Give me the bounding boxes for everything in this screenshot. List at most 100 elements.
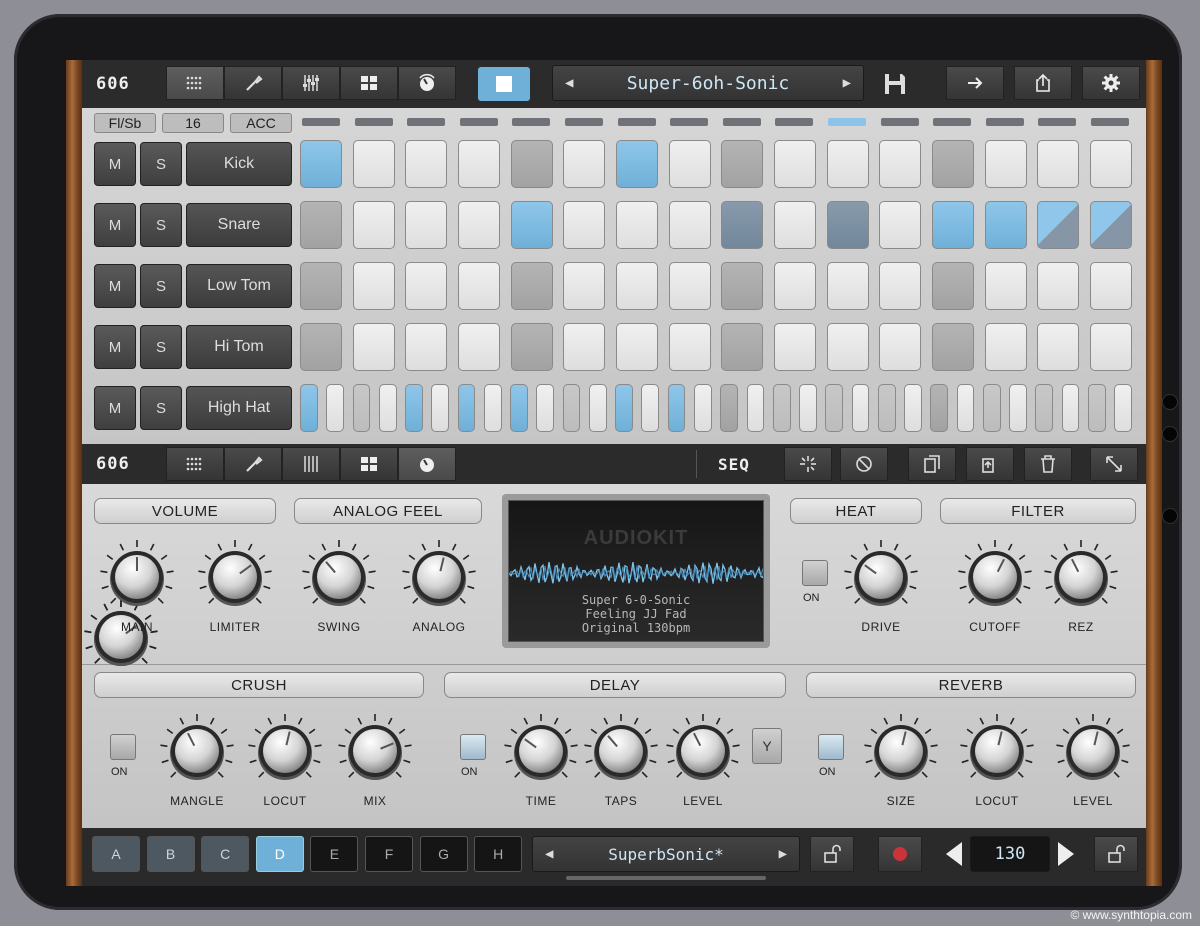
step-pad[interactable]	[615, 384, 633, 432]
step-pad[interactable]	[826, 323, 869, 371]
toggle-heat[interactable]	[802, 560, 828, 586]
mixer-button-2[interactable]	[282, 447, 340, 481]
step-pad[interactable]	[904, 384, 922, 432]
step-pad[interactable]	[300, 323, 343, 371]
step-pad[interactable]	[1089, 262, 1132, 310]
step-pad[interactable]	[405, 140, 448, 188]
step-pad[interactable]	[851, 384, 870, 432]
solo-button[interactable]: S	[140, 325, 182, 369]
step-pad[interactable]	[931, 323, 974, 371]
step-pad[interactable]	[693, 384, 712, 432]
step-pad[interactable]	[746, 384, 765, 432]
step-pad[interactable]	[352, 262, 395, 310]
step-pad[interactable]	[668, 140, 711, 188]
knob[interactable]	[1054, 712, 1132, 790]
preset-selector[interactable]: ◀ Super-6oh-Sonic ▶	[552, 65, 864, 101]
knob[interactable]	[196, 538, 274, 616]
expand-button[interactable]	[1090, 447, 1138, 481]
pattern-h-button[interactable]: H	[474, 836, 523, 872]
kit-next-arrow[interactable]: ▶	[767, 846, 799, 862]
pattern-c-button[interactable]: C	[201, 836, 250, 872]
mute-button[interactable]: M	[94, 142, 136, 186]
step-pad[interactable]	[1089, 140, 1132, 188]
step-pad[interactable]	[1009, 384, 1027, 432]
randomize-button[interactable]	[784, 447, 832, 481]
step-pad[interactable]	[721, 201, 764, 249]
step-pad[interactable]	[300, 201, 343, 249]
kit-prev-arrow[interactable]: ◀	[533, 846, 565, 862]
solo-button[interactable]: S	[140, 264, 182, 308]
step-pad[interactable]	[879, 140, 922, 188]
step-pad[interactable]	[984, 323, 1027, 371]
step-pad[interactable]	[588, 384, 607, 432]
pattern-e-button[interactable]: E	[310, 836, 359, 872]
track-name-low-tom[interactable]: Low Tom	[186, 264, 292, 308]
step-pad[interactable]	[510, 262, 553, 310]
step-pad[interactable]	[300, 262, 343, 310]
step-pad[interactable]	[352, 140, 395, 188]
fx-button[interactable]	[398, 66, 456, 100]
step-pad[interactable]	[405, 384, 423, 432]
step-pad[interactable]	[405, 201, 448, 249]
step-pad[interactable]	[984, 262, 1027, 310]
step-pad[interactable]	[721, 323, 764, 371]
step-pad[interactable]	[956, 384, 975, 432]
pads-button-2[interactable]	[340, 447, 398, 481]
mute-button[interactable]: M	[94, 203, 136, 247]
pattern-g-button[interactable]: G	[419, 836, 468, 872]
fx-button-2[interactable]	[398, 447, 456, 481]
step-pad[interactable]	[1114, 384, 1132, 432]
edit-sound-button[interactable]	[224, 66, 282, 100]
step-pad[interactable]	[563, 201, 606, 249]
step-pad[interactable]	[668, 262, 711, 310]
track-name-hi-tom[interactable]: Hi Tom	[186, 325, 292, 369]
step-pad[interactable]	[773, 140, 817, 188]
tempo-up-button[interactable]	[1056, 840, 1076, 868]
solo-button[interactable]: S	[140, 203, 182, 247]
toggle-reverb[interactable]	[818, 734, 844, 760]
step-pad[interactable]	[483, 384, 502, 432]
step-pad[interactable]	[1037, 262, 1080, 310]
solo-button[interactable]: S	[140, 386, 182, 430]
step-pad[interactable]	[1037, 201, 1080, 249]
knob[interactable]	[158, 712, 236, 790]
delay-sync-button[interactable]: Y	[752, 728, 782, 764]
toggle-delay[interactable]	[460, 734, 486, 760]
solo-button[interactable]: S	[140, 142, 182, 186]
step-pad[interactable]	[405, 262, 448, 310]
step-pad[interactable]	[457, 140, 501, 188]
step-pad[interactable]	[405, 323, 448, 371]
step-pad[interactable]	[1061, 384, 1080, 432]
save-button[interactable]	[882, 71, 908, 97]
step-pad[interactable]	[826, 201, 869, 249]
next-button[interactable]	[946, 66, 1004, 100]
step-pad[interactable]	[431, 384, 450, 432]
step-pad[interactable]	[510, 323, 553, 371]
step-pad[interactable]	[668, 323, 711, 371]
record-button[interactable]	[878, 836, 922, 872]
step-pad[interactable]	[510, 384, 528, 432]
pattern-d-button[interactable]: D	[255, 836, 304, 872]
knob[interactable]	[300, 538, 378, 616]
knob[interactable]	[336, 712, 414, 790]
flam-button[interactable]: Fl/Sb	[94, 113, 156, 133]
step-pad[interactable]	[615, 140, 659, 188]
step-pad[interactable]	[1089, 201, 1132, 249]
step-pad[interactable]	[826, 262, 869, 310]
step-pad[interactable]	[300, 140, 343, 188]
step-pad[interactable]	[457, 384, 476, 432]
pads-button[interactable]	[340, 66, 398, 100]
sequencer-view-button-2[interactable]	[166, 447, 224, 481]
step-pad[interactable]	[930, 384, 949, 432]
step-pad[interactable]	[457, 201, 501, 249]
step-pad[interactable]	[772, 384, 791, 432]
preset-prev-arrow[interactable]: ◀	[553, 75, 585, 91]
step-pad[interactable]	[799, 384, 817, 432]
step-pad[interactable]	[1035, 384, 1054, 432]
step-pad[interactable]	[352, 323, 395, 371]
knob[interactable]	[582, 712, 660, 790]
tempo-display[interactable]: 130	[970, 836, 1050, 872]
step-pad[interactable]	[510, 201, 553, 249]
step-pad[interactable]	[879, 262, 922, 310]
tempo-lock-button[interactable]	[1094, 836, 1138, 872]
